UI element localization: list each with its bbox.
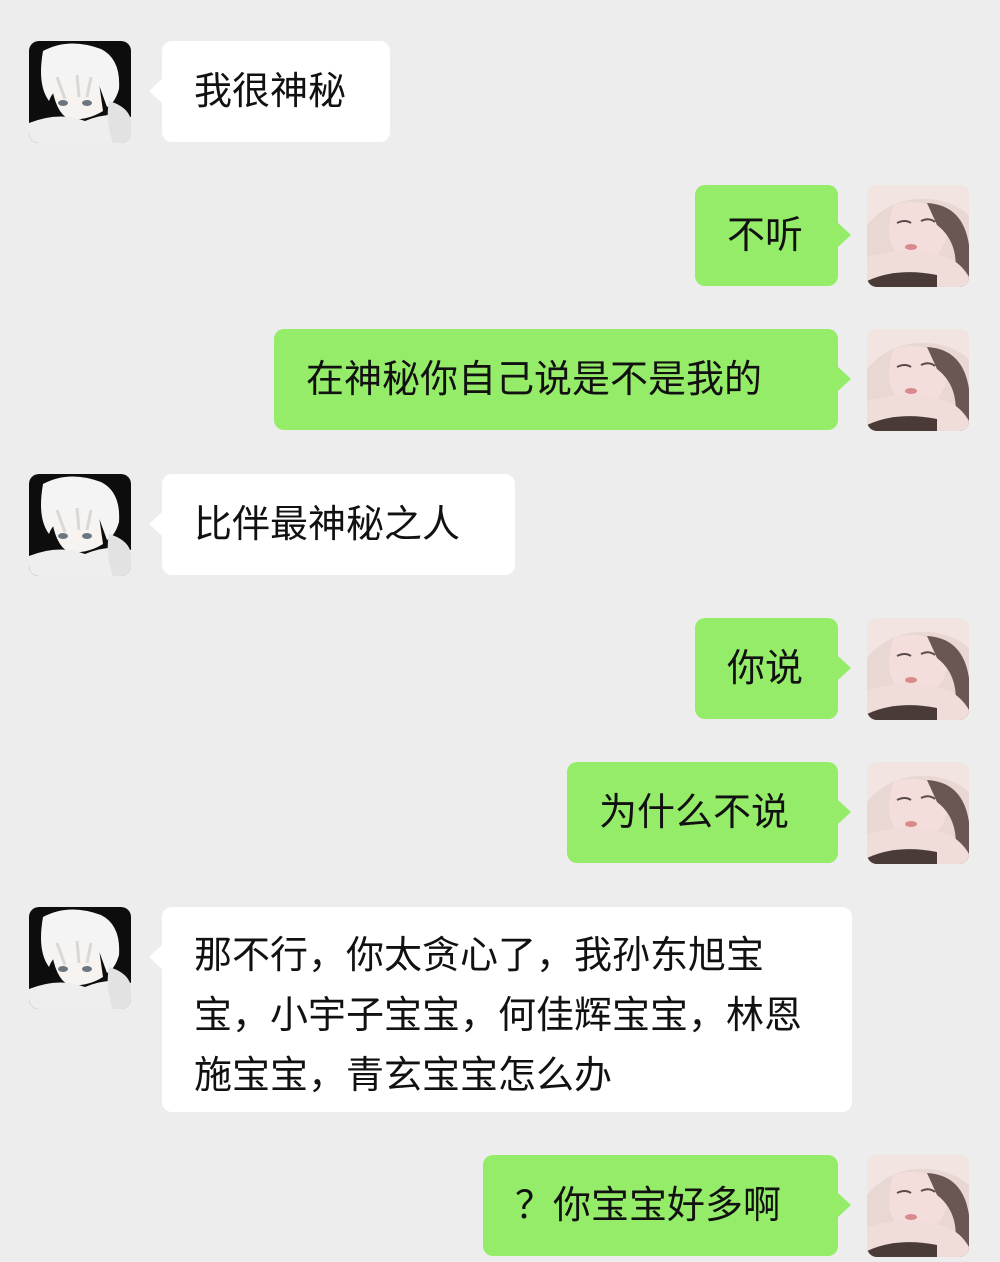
self-avatar-icon[interactable] — [867, 329, 969, 431]
self-avatar-icon[interactable] — [867, 618, 969, 720]
message-text: 在神秘你自己说是不是我的 — [306, 357, 763, 401]
message-bubble-outgoing[interactable]: 为什么不说 — [567, 762, 851, 863]
message-bubble-outgoing[interactable]: ？你宝宝好多啊 — [483, 1155, 851, 1256]
message-bubble-incoming[interactable]: 那不行，你太贪心了，我孙东旭宝宝，小宇子宝宝，何佳辉宝宝，林恩施宝宝，青玄宝宝怎… — [149, 907, 852, 1112]
message-bubble-outgoing[interactable]: 不听 — [695, 185, 851, 286]
self-avatar-icon[interactable] — [867, 1155, 969, 1257]
message-text: 不听 — [727, 213, 804, 257]
contact-avatar-icon[interactable] — [29, 474, 131, 576]
contact-avatar-icon[interactable] — [29, 41, 131, 143]
message-bubble-incoming[interactable]: 比伴最神秘之人 — [149, 474, 515, 575]
message-text: ？你宝宝好多啊 — [515, 1183, 782, 1227]
message-bubble-outgoing[interactable]: 你说 — [695, 618, 851, 719]
message-bubble-incoming[interactable]: 我很神秘 — [149, 41, 390, 142]
message-text: 为什么不说 — [599, 790, 790, 834]
message-bubble-outgoing[interactable]: 在神秘你自己说是不是我的 — [274, 329, 851, 430]
message-text: 你说 — [727, 646, 804, 690]
message-text: 我很神秘 — [194, 69, 347, 113]
contact-avatar-icon[interactable] — [29, 907, 131, 1009]
self-avatar-icon[interactable] — [867, 762, 969, 864]
message-text: 比伴最神秘之人 — [194, 502, 461, 546]
self-avatar-icon[interactable] — [867, 185, 969, 287]
chat-message-list[interactable]: 我很神秘 不听 在神秘你自己说是不是我的 比伴最神秘之人 你说 为什么不说 那不… — [0, 0, 1000, 1262]
message-text: 那不行，你太贪心了，我孙东旭宝宝，小宇子宝宝，何佳辉宝宝，林恩施宝宝，青玄宝宝怎… — [194, 933, 803, 1097]
